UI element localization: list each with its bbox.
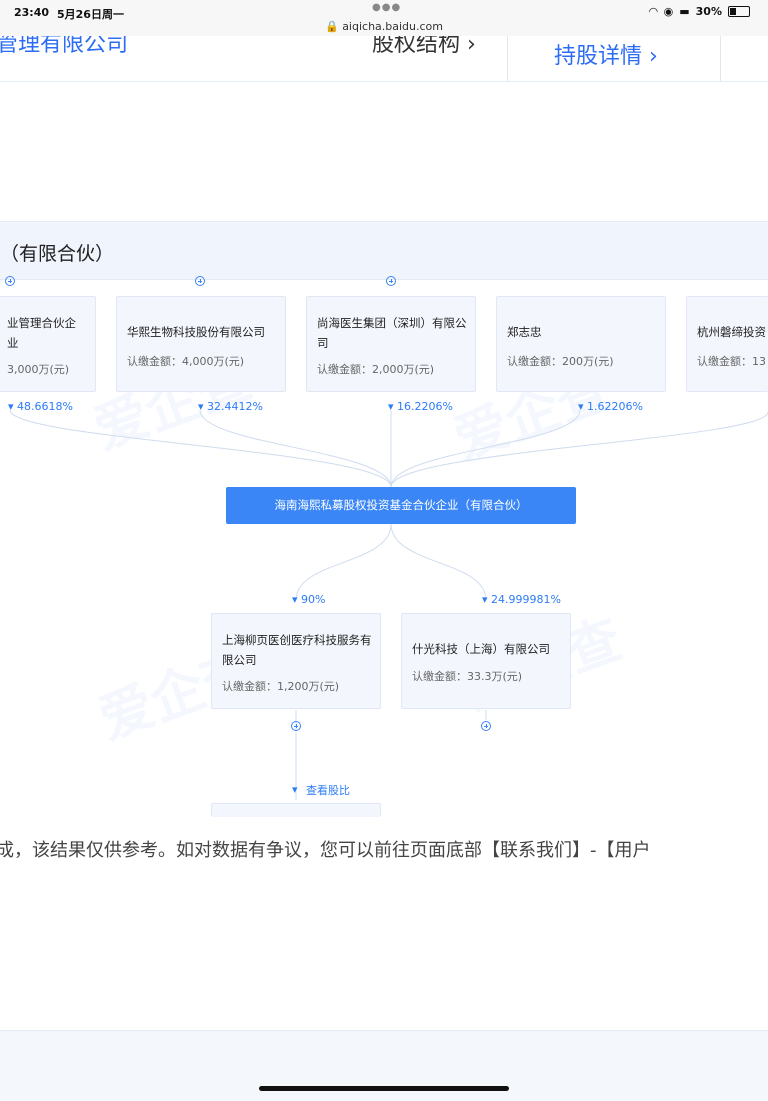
view-ratio-link[interactable]: 查看股比 bbox=[306, 782, 350, 798]
expand-plus-icon[interactable] bbox=[5, 276, 15, 286]
investment-name: 什光科技（上海）有限公司 bbox=[412, 642, 550, 656]
investment-card[interactable] bbox=[211, 803, 381, 817]
investment-name: 上海柳页医创医疗科技服务有限公司 bbox=[222, 633, 372, 667]
shareholder-name: 华熙生物科技股份有限公司 bbox=[127, 325, 265, 339]
equity-connectors bbox=[9, 409, 768, 800]
shareholder-card[interactable]: 华熙生物科技股份有限公司 认缴金额：4,000万(元) bbox=[116, 296, 286, 392]
shareholder-name: 业管理合伙企业 bbox=[7, 316, 76, 350]
percent-label: ▾ 1.62206% bbox=[578, 400, 643, 413]
shareholder-name: 郑志忠 bbox=[507, 325, 542, 339]
shareholder-amount: 认缴金额：2,000万(元) bbox=[317, 363, 435, 376]
investment-amount: 认缴金额：33.3万(元) bbox=[412, 670, 523, 683]
percent-label: ▾ 48.6618% bbox=[8, 400, 73, 413]
shareholder-card[interactable]: 尚海医生集团（深圳）有限公司 认缴金额：2,000万(元) bbox=[306, 296, 476, 392]
shareholder-card[interactable]: 郑志忠 认缴金额：200万(元) bbox=[496, 296, 666, 392]
shareholder-amount: 认缴金额：13 bbox=[697, 355, 766, 368]
percent-label: ▾ 16.2206% bbox=[388, 400, 453, 413]
investment-card[interactable]: 上海柳页医创医疗科技服务有限公司 认缴金额：1,200万(元) bbox=[211, 613, 381, 709]
chevron-down-icon: ▾ bbox=[292, 783, 298, 796]
percent-label: ▾ 24.999981% bbox=[482, 593, 561, 606]
center-company-node[interactable]: 海南海熙私募股权投资基金合伙企业（有限合伙） bbox=[226, 487, 576, 524]
expand-plus-icon[interactable] bbox=[481, 721, 491, 731]
percent-label: ▾ 32.4412% bbox=[198, 400, 263, 413]
investment-card[interactable]: 什光科技（上海）有限公司 认缴金额：33.3万(元) bbox=[401, 613, 571, 709]
percent-label: ▾ 90% bbox=[292, 593, 326, 606]
shareholder-card[interactable]: 业管理合伙企业 3,000万(元) bbox=[0, 296, 96, 392]
home-indicator[interactable] bbox=[259, 1086, 509, 1091]
investment-amount: 认缴金额：1,200万(元) bbox=[222, 680, 340, 693]
shareholder-amount: 认缴金额：4,000万(元) bbox=[127, 355, 245, 368]
shareholder-name: 尚海医生集团（深圳）有限公司 bbox=[317, 316, 467, 350]
shareholder-name: 杭州磐缔投资 bbox=[697, 325, 766, 339]
shareholder-amount: 3,000万(元) bbox=[7, 363, 70, 376]
shareholder-card[interactable]: 杭州磐缔投资 认缴金额：13 bbox=[686, 296, 768, 392]
expand-plus-icon[interactable] bbox=[195, 276, 205, 286]
expand-plus-icon[interactable] bbox=[291, 721, 301, 731]
shareholder-amount: 认缴金额：200万(元) bbox=[507, 355, 614, 368]
disclaimer-text: 成，该结果仅供参考。如对数据有争议，您可以前往页面底部【联系我们】-【用户 bbox=[0, 840, 651, 861]
expand-plus-icon[interactable] bbox=[386, 276, 396, 286]
